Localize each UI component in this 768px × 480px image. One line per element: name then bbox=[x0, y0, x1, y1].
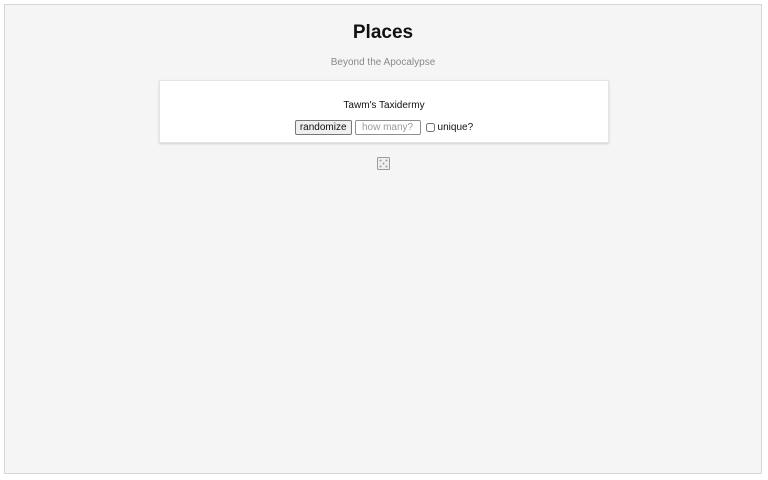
unique-checkbox[interactable] bbox=[425, 123, 435, 132]
generated-result: Tawm's Taxidermy bbox=[343, 100, 425, 111]
page-subtitle: Beyond the Apocalypse bbox=[330, 57, 436, 68]
randomize-button[interactable]: randomize bbox=[294, 120, 352, 135]
dice-five-icon[interactable] bbox=[377, 157, 390, 170]
generator-controls: randomize unique? bbox=[160, 120, 608, 135]
page-title: Places bbox=[352, 22, 414, 43]
page-frame: Places Beyond the Apocalypse Tawm's Taxi… bbox=[4, 4, 762, 474]
unique-label: unique? bbox=[437, 122, 474, 133]
generator-card: Tawm's Taxidermy randomize unique? bbox=[159, 80, 609, 143]
how-many-input[interactable] bbox=[354, 120, 421, 135]
